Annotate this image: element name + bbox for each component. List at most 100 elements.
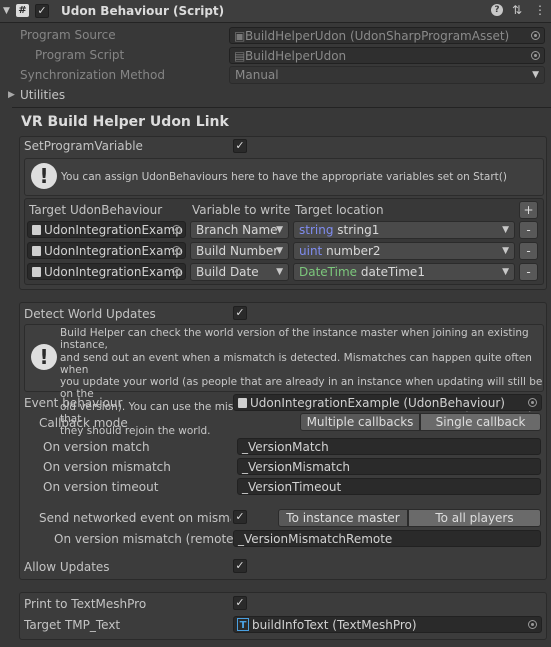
component-title: Udon Behaviour (Script) [61, 4, 225, 18]
udon-behaviour-icon [32, 267, 41, 277]
multiple-callbacks-button[interactable]: Multiple callbacks [300, 413, 420, 431]
chevron-down-icon: ▼ [502, 225, 509, 235]
help-box: ! Build Helper can check the world versi… [24, 324, 544, 437]
warning-icon: ! [31, 163, 57, 189]
remove-row-button[interactable]: - [519, 242, 538, 260]
object-picker-icon[interactable] [528, 620, 537, 629]
on-version-mismatch-remote-field[interactable]: _VersionMismatchRemote [233, 530, 541, 547]
udon-behaviour-icon [32, 246, 41, 256]
send-networked-event-checkbox[interactable]: ✓ [233, 510, 247, 524]
sliders-icon[interactable]: ⇅ [512, 3, 522, 17]
on-version-mismatch-remote-label: On version mismatch (remote) [54, 532, 239, 546]
target-behaviour-field[interactable]: UdonIntegrationExamp [27, 263, 186, 280]
type-keyword: uint [299, 244, 323, 258]
to-all-players-button[interactable]: To all players [408, 509, 541, 527]
collapse-arrow-icon[interactable]: ▼ [3, 6, 10, 16]
program-script-field[interactable]: ▤ BuildHelperUdon [229, 47, 545, 64]
detect-world-updates-checkbox[interactable]: ✓ [233, 306, 247, 320]
question-icon[interactable]: ? [491, 4, 503, 16]
program-source-field[interactable]: ▣ BuildHelperUdon (UdonSharpProgramAsset… [229, 27, 545, 44]
help-text: You can assign UdonBehaviours here to ha… [61, 171, 507, 183]
utilities-foldout-arrow-icon[interactable]: ▶ [8, 90, 15, 100]
send-networked-event-label: Send networked event on mismatc [39, 511, 231, 525]
program-source-label: Program Source [20, 28, 116, 42]
location-name: number2 [326, 244, 381, 258]
help-box: ! You can assign UdonBehaviours here to … [24, 158, 544, 196]
event-behaviour-label: Event behaviour [24, 396, 123, 410]
target-location-dropdown[interactable]: string string1 ▼ [293, 221, 515, 239]
column-header-location: Target location [295, 203, 384, 217]
program-source-value: BuildHelperUdon (UdonSharpProgramAsset) [245, 29, 510, 43]
variable-value: Build Number [196, 244, 279, 258]
on-version-mismatch-field[interactable]: _VersionMismatch [237, 458, 541, 475]
chevron-down-icon: ▼ [276, 246, 283, 256]
target-location-dropdown[interactable]: DateTime dateTime1 ▼ [293, 263, 515, 281]
location-name: dateTime1 [360, 265, 425, 279]
target-behaviour-value: UdonIntegrationExamp [44, 244, 183, 258]
column-header-target: Target UdonBehaviour [29, 203, 163, 217]
object-picker-icon[interactable] [531, 31, 540, 40]
type-keyword: string [299, 223, 334, 237]
on-version-match-field[interactable]: _VersionMatch [237, 438, 541, 455]
to-instance-master-button[interactable]: To instance master [278, 509, 408, 527]
single-callback-button[interactable]: Single callback [420, 413, 541, 431]
column-header-variable: Variable to write [192, 203, 291, 217]
utilities-foldout[interactable]: Utilities [20, 88, 65, 102]
detect-world-updates-label: Detect World Updates [24, 307, 156, 321]
chevron-down-icon: ▼ [532, 70, 539, 80]
target-tmp-text-value: buildInfoText (TextMeshPro) [252, 618, 417, 632]
target-location-dropdown[interactable]: uint number2 ▼ [293, 242, 515, 260]
warning-icon: ! [31, 344, 57, 370]
component-enabled-checkbox[interactable]: ✓ [35, 4, 49, 18]
udon-behaviour-icon [32, 225, 41, 235]
object-picker-icon[interactable] [528, 398, 537, 407]
object-picker-icon[interactable] [172, 246, 181, 255]
chevron-down-icon: ▼ [502, 246, 509, 256]
help-line: and send out an event when a mismatch is… [60, 351, 532, 376]
variable-value: Build Date [196, 265, 259, 279]
on-version-match-label: On version match [43, 440, 150, 454]
kebab-icon[interactable]: ⋮ [534, 3, 546, 17]
remove-row-button[interactable]: - [519, 263, 538, 281]
target-tmp-text-field[interactable]: T buildInfoText (TextMeshPro) [233, 616, 542, 633]
csharp-script-icon: ▤ [234, 49, 246, 63]
object-picker-icon[interactable] [172, 267, 181, 276]
chevron-down-icon: ▼ [276, 225, 283, 235]
on-version-mismatch-label: On version mismatch [43, 460, 171, 474]
location-name: string1 [337, 223, 380, 237]
set-program-variable-checkbox[interactable]: ✓ [233, 139, 247, 153]
event-behaviour-field[interactable]: UdonIntegrationExample (UdonBehaviour) [233, 394, 542, 411]
on-version-timeout-label: On version timeout [43, 480, 159, 494]
sync-method-dropdown[interactable]: Manual ▼ [229, 66, 545, 84]
variable-value: Branch Name [196, 223, 278, 237]
on-version-timeout-field[interactable]: _VersionTimeout [237, 478, 541, 495]
divider [12, 107, 551, 108]
callback-mode-label: Callback mode [39, 416, 128, 430]
target-behaviour-field[interactable]: UdonIntegrationExamp [27, 242, 186, 259]
script-icon: # [16, 4, 29, 17]
help-line: Build Helper can check the world version… [60, 327, 529, 352]
variable-dropdown[interactable]: Build Number ▼ [190, 242, 289, 260]
allow-updates-label: Allow Updates [24, 560, 110, 574]
chevron-down-icon: ▼ [276, 267, 283, 277]
section-title: VR Build Helper Udon Link [21, 114, 229, 130]
allow-updates-checkbox[interactable]: ✓ [233, 559, 247, 573]
set-program-variable-label: SetProgramVariable [24, 139, 143, 153]
textmeshpro-icon: T [237, 618, 249, 631]
add-row-button[interactable]: + [519, 201, 538, 219]
target-behaviour-value: UdonIntegrationExamp [44, 223, 183, 237]
object-picker-icon[interactable] [531, 51, 540, 60]
print-to-textmeshpro-checkbox[interactable]: ✓ [233, 596, 247, 610]
udon-behaviour-icon [238, 398, 247, 408]
program-script-label: Program Script [35, 48, 125, 62]
target-behaviour-field[interactable]: UdonIntegrationExamp [27, 221, 186, 238]
print-to-textmeshpro-label: Print to TextMeshPro [24, 597, 147, 611]
remove-row-button[interactable]: - [519, 221, 538, 239]
sync-method-label: Synchronization Method [20, 68, 165, 82]
target-behaviour-value: UdonIntegrationExamp [44, 265, 183, 279]
variable-dropdown[interactable]: Branch Name ▼ [190, 221, 289, 239]
object-picker-icon[interactable] [172, 225, 181, 234]
target-tmp-text-label: Target TMP_Text [24, 618, 121, 632]
variable-dropdown[interactable]: Build Date ▼ [190, 263, 289, 281]
sync-method-value: Manual [235, 68, 279, 82]
